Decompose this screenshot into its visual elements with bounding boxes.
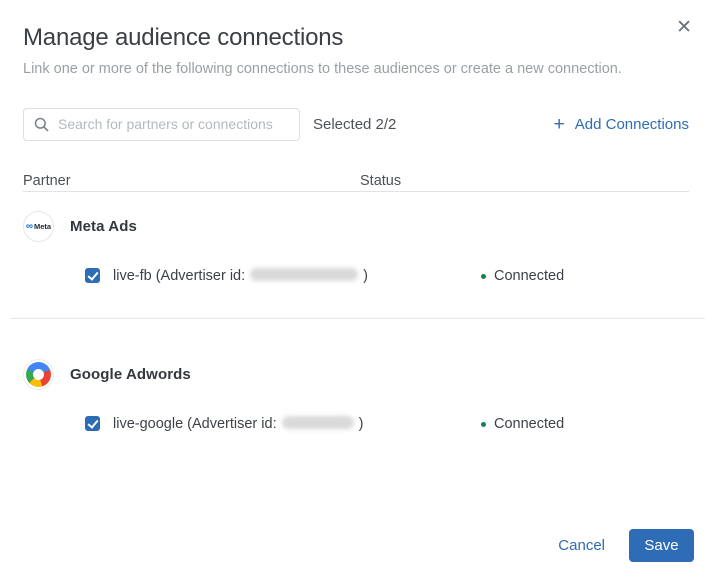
search-box[interactable] <box>23 107 300 141</box>
connection-label: live-google (Advertiser id:) <box>113 416 364 432</box>
search-input[interactable] <box>58 116 289 132</box>
status-label: Connected <box>494 268 565 284</box>
cancel-button[interactable]: Cancel <box>558 537 605 554</box>
dialog-footer: Cancel Save <box>558 529 694 562</box>
status-dot-icon <box>481 421 486 427</box>
redacted-advertiser-id <box>250 268 359 281</box>
redacted-advertiser-id <box>281 416 354 429</box>
connection-status: Connected <box>481 409 564 439</box>
google-adwords-logo-icon <box>23 359 54 390</box>
partner-name: Meta Ads <box>70 218 137 235</box>
connection-row-live-google: live-google (Advertiser id:) Connected <box>23 409 689 439</box>
column-header-partner: Partner <box>23 173 71 189</box>
connection-row-live-fb: live-fb (Advertiser id:) Connected <box>23 261 689 291</box>
close-icon[interactable]: ✕ <box>676 18 692 37</box>
manage-audience-connections-dialog: ✕ Manage audience connections Link one o… <box>0 0 712 582</box>
partner-row-meta-ads: ∞ Meta Meta Ads <box>23 211 137 242</box>
save-button[interactable]: Save <box>629 529 694 562</box>
connection-checkbox[interactable] <box>85 268 100 283</box>
selected-count: Selected 2/2 <box>313 115 397 133</box>
partner-name: Google Adwords <box>70 366 191 383</box>
status-dot-icon <box>481 273 486 279</box>
status-label: Connected <box>494 416 565 432</box>
search-icon <box>34 117 49 131</box>
connection-checkbox[interactable] <box>85 416 100 431</box>
column-header-status: Status <box>360 173 402 189</box>
connection-label: live-fb (Advertiser id:) <box>113 268 368 284</box>
add-connections-button[interactable]: + Add Connections <box>554 115 689 134</box>
section-divider <box>10 318 705 319</box>
meta-ads-logo-icon: ∞ Meta <box>23 211 54 242</box>
plus-icon: + <box>553 113 565 135</box>
connection-status: Connected <box>481 261 564 291</box>
table-header: Partner Status <box>23 170 689 192</box>
dialog-subtitle: Link one or more of the following connec… <box>23 61 622 77</box>
meta-infinity-glyph: ∞ <box>25 220 34 232</box>
add-connections-label: Add Connections <box>574 115 689 133</box>
partner-row-google-adwords: Google Adwords <box>23 359 191 390</box>
toolbar: Selected 2/2 + Add Connections <box>23 107 689 141</box>
page-title: Manage audience connections <box>23 24 344 51</box>
meta-logo-text: Meta <box>34 221 52 231</box>
